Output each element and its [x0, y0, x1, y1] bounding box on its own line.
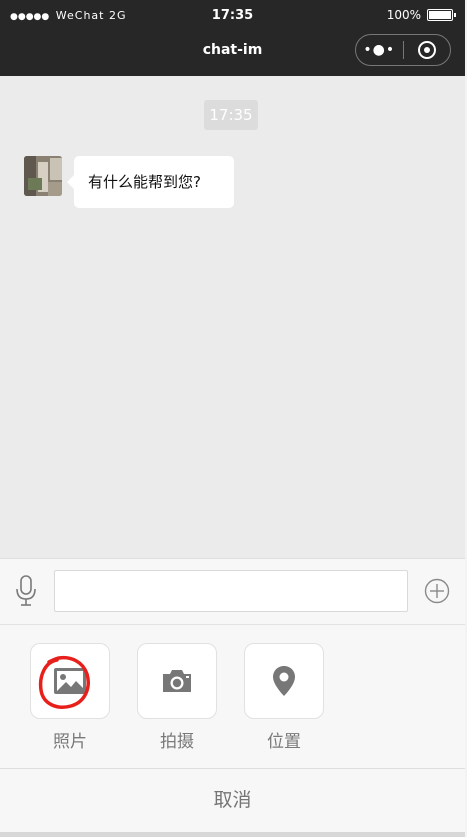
plus-circle-icon[interactable] [424, 578, 450, 604]
attachment-panel: 照片 拍摄 位置 [0, 624, 465, 768]
camera-tile[interactable] [137, 643, 217, 719]
battery-icon [427, 9, 456, 21]
camera-label: 拍摄 [160, 732, 194, 752]
message-bubble: 有什么能帮到您? [67, 156, 234, 208]
input-bar [0, 558, 465, 624]
title-bar: ●●●●● WeChat 2G 17:35 100% chat-im •●• [0, 0, 465, 76]
battery-percent: 100% [386, 8, 421, 22]
chat-area[interactable]: 17:35 有什么能帮到您? [0, 76, 465, 558]
photo-label: 照片 [53, 732, 87, 752]
message-input[interactable] [54, 570, 408, 612]
cancel-button[interactable]: 取消 [0, 768, 465, 832]
more-dots-icon[interactable]: •●• [356, 42, 403, 58]
image-icon [54, 668, 86, 694]
battery-status: 100% [386, 8, 456, 22]
avatar-image [24, 156, 62, 196]
mini-program-capsule: •●• [355, 34, 451, 66]
camera-icon [163, 670, 191, 692]
bot-avatar[interactable] [24, 156, 62, 196]
camera-button[interactable]: 拍摄 [137, 643, 219, 752]
photo-tile[interactable] [30, 643, 110, 719]
location-button[interactable]: 位置 [244, 643, 326, 752]
message-timestamp: 17:35 [204, 100, 258, 130]
app-frame: ●●●●● WeChat 2G 17:35 100% chat-im •●• 1… [0, 0, 465, 837]
status-bar: ●●●●● WeChat 2G 17:35 100% [0, 0, 465, 30]
bottom-edge [0, 832, 465, 837]
location-label: 位置 [267, 732, 301, 752]
photo-button[interactable]: 照片 [30, 643, 112, 752]
location-pin-icon [273, 666, 295, 696]
microphone-icon[interactable] [14, 575, 38, 607]
target-close-icon [417, 41, 436, 59]
location-tile[interactable] [244, 643, 324, 719]
close-mini-program-button[interactable] [403, 41, 450, 59]
